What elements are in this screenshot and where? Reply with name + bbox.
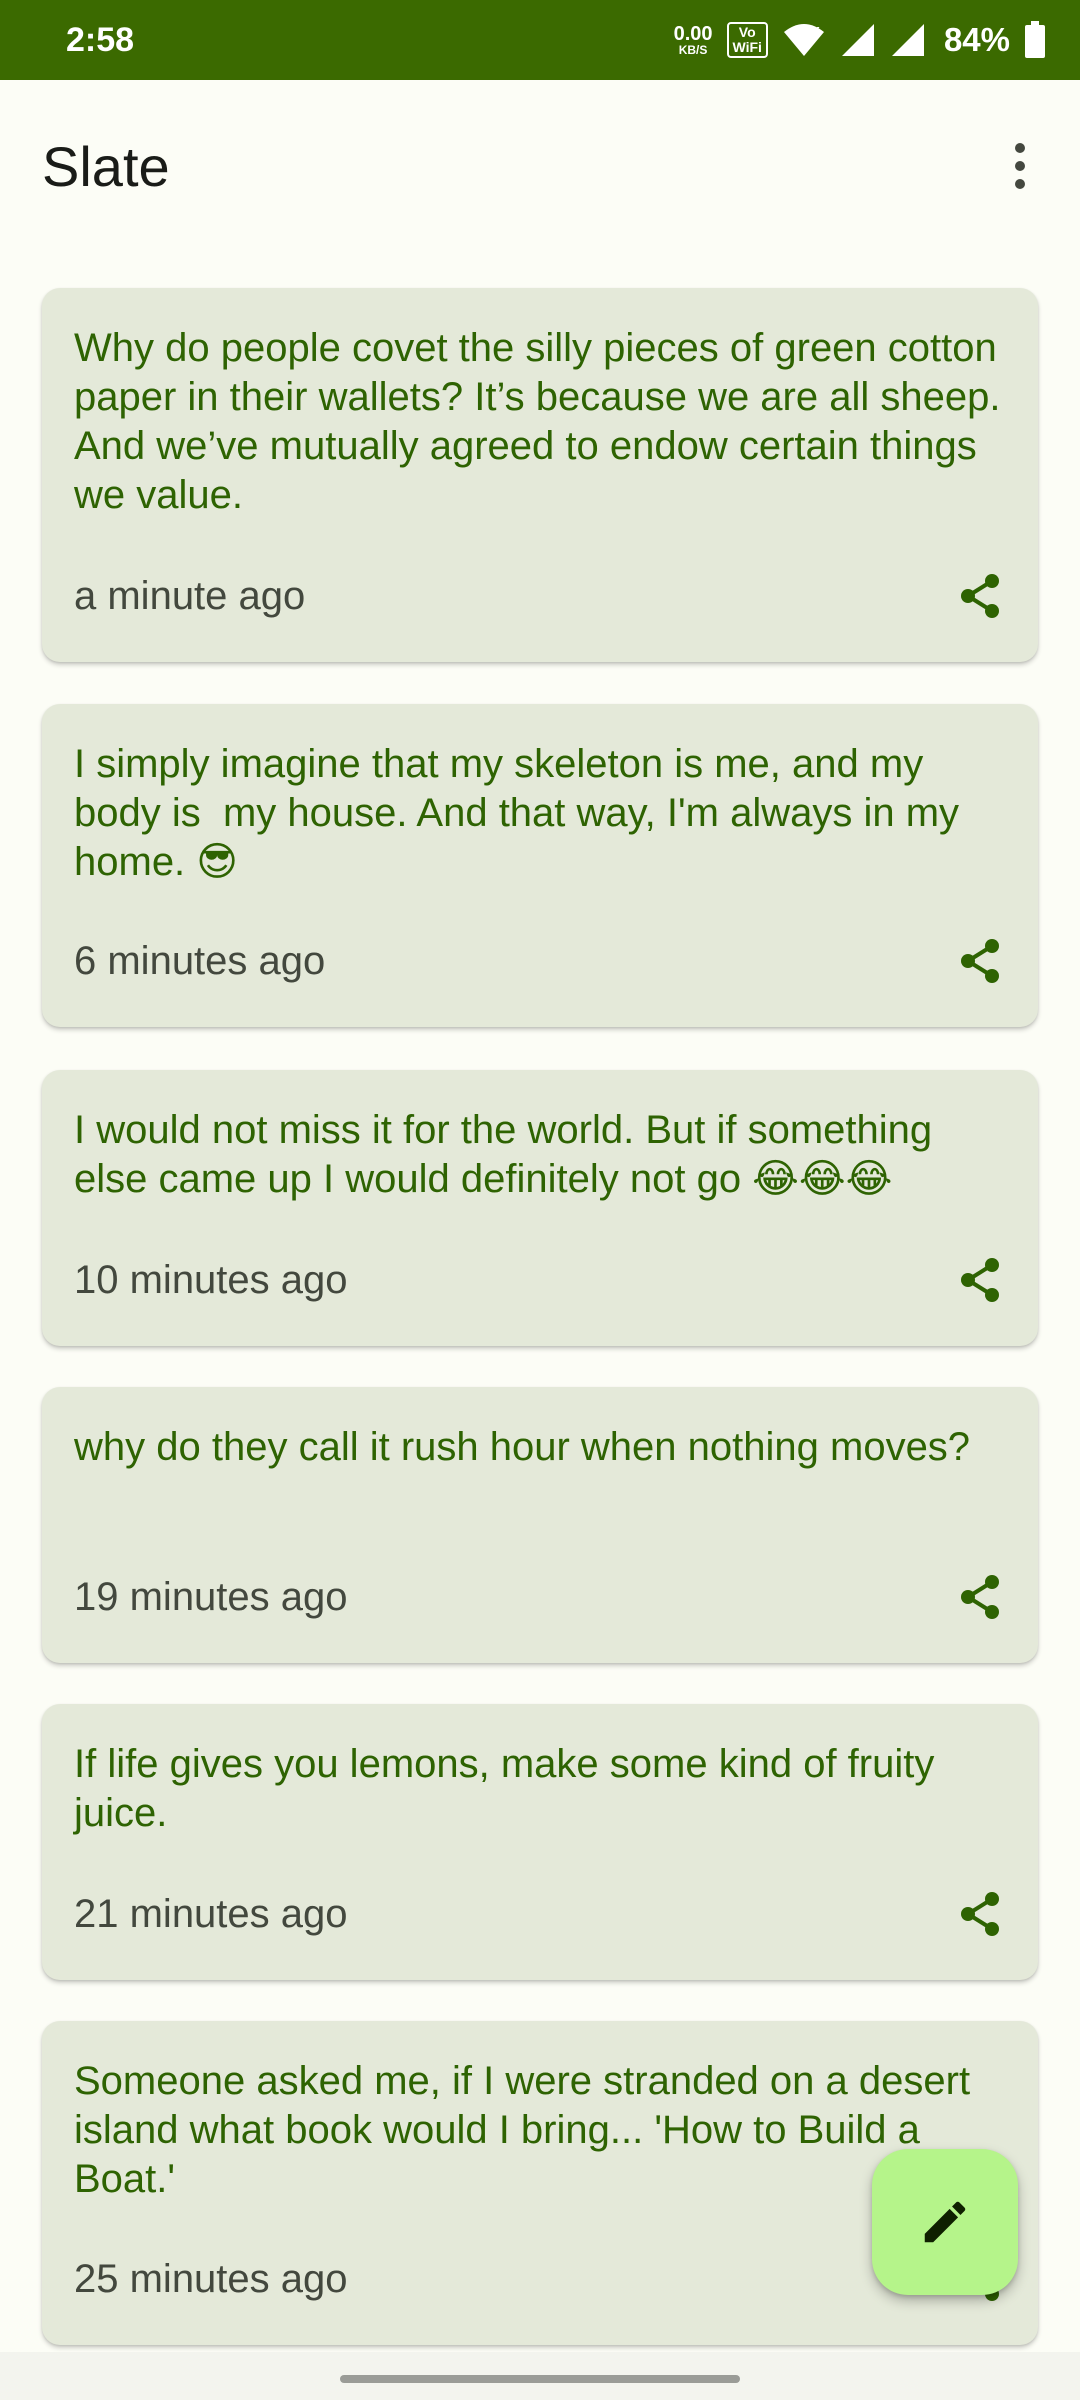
note-text: I simply imagine that my skeleton is me,… <box>74 742 971 884</box>
note-timestamp: 6 minutes ago <box>74 938 326 983</box>
note-timestamp: 19 minutes ago <box>74 1574 348 1619</box>
status-bar: 2:58 0.00 KB/S Vo WiFi x 84% <box>0 0 1080 80</box>
share-button[interactable] <box>950 931 1010 991</box>
share-button[interactable] <box>950 1567 1010 1627</box>
top-app-bar: Slate <box>0 80 1080 256</box>
note-footer: a minute ago <box>74 566 1010 626</box>
vowifi-label-top: Vo <box>738 24 756 40</box>
vowifi-label-bottom: WiFi <box>732 39 762 55</box>
note-card[interactable]: I simply imagine that my skeleton is me,… <box>42 704 1038 1027</box>
status-icons: 0.00 KB/S Vo WiFi x 84% <box>674 21 1046 59</box>
wifi-icon: x <box>783 23 824 56</box>
note-text: why do they call it rush hour when nothi… <box>74 1425 971 1469</box>
note-card[interactable]: I would not miss it for the world. But i… <box>42 1070 1038 1346</box>
note-timestamp: 10 minutes ago <box>74 1257 348 1302</box>
vowifi-icon: Vo WiFi <box>726 22 768 58</box>
network-speed-unit: KB/S <box>678 43 708 57</box>
note-text: Someone asked me, if I were stranded on … <box>74 2059 982 2201</box>
battery-icon <box>1025 21 1045 58</box>
note-footer: 6 minutes ago <box>74 931 1010 991</box>
note-footer: 19 minutes ago <box>74 1567 1010 1627</box>
app-title: Slate <box>42 135 170 198</box>
share-button[interactable] <box>950 1884 1010 1944</box>
network-speed-value: 0.00 <box>673 23 713 45</box>
share-icon <box>961 1258 999 1302</box>
navigation-bar <box>0 2352 1080 2400</box>
note-card[interactable]: If life gives you lemons, make some kind… <box>42 1704 1038 1980</box>
note-footer: 25 minutes ago <box>74 2249 1010 2309</box>
share-button[interactable] <box>950 1250 1010 1310</box>
note-text: If life gives you lemons, make some kind… <box>74 1742 946 1835</box>
more-vert-icon <box>1015 143 1025 189</box>
edit-pencil-icon <box>924 2201 966 2243</box>
note-text: Why do people covet the silly pieces of … <box>74 326 1010 517</box>
note-timestamp: a minute ago <box>74 573 306 618</box>
svg-text:x: x <box>812 23 820 37</box>
note-card[interactable]: why do they call it rush hour when nothi… <box>42 1387 1038 1663</box>
note-footer: 21 minutes ago <box>74 1884 1010 1944</box>
status-time: 2:58 <box>66 20 135 59</box>
note-footer: 10 minutes ago <box>74 1250 1010 1310</box>
share-icon <box>961 1575 999 1619</box>
share-icon <box>961 574 999 618</box>
note-text: I would not miss it for the world. But i… <box>74 1108 944 1201</box>
note-card[interactable]: Why do people covet the silly pieces of … <box>42 288 1038 662</box>
network-speed: 0.00 KB/S <box>674 24 713 56</box>
note-timestamp: 25 minutes ago <box>74 2256 348 2301</box>
note-timestamp: 21 minutes ago <box>74 1891 348 1936</box>
share-button[interactable] <box>950 566 1010 626</box>
home-gesture-handle[interactable] <box>340 2375 740 2383</box>
share-icon <box>961 939 999 983</box>
share-icon <box>961 1892 999 1936</box>
battery-percent: 84% <box>943 21 1010 58</box>
cellular-signal-icon <box>891 24 924 56</box>
new-note-fab[interactable] <box>872 2149 1018 2295</box>
more-options-button[interactable] <box>980 126 1060 206</box>
cellular-signal-icon <box>841 24 874 56</box>
